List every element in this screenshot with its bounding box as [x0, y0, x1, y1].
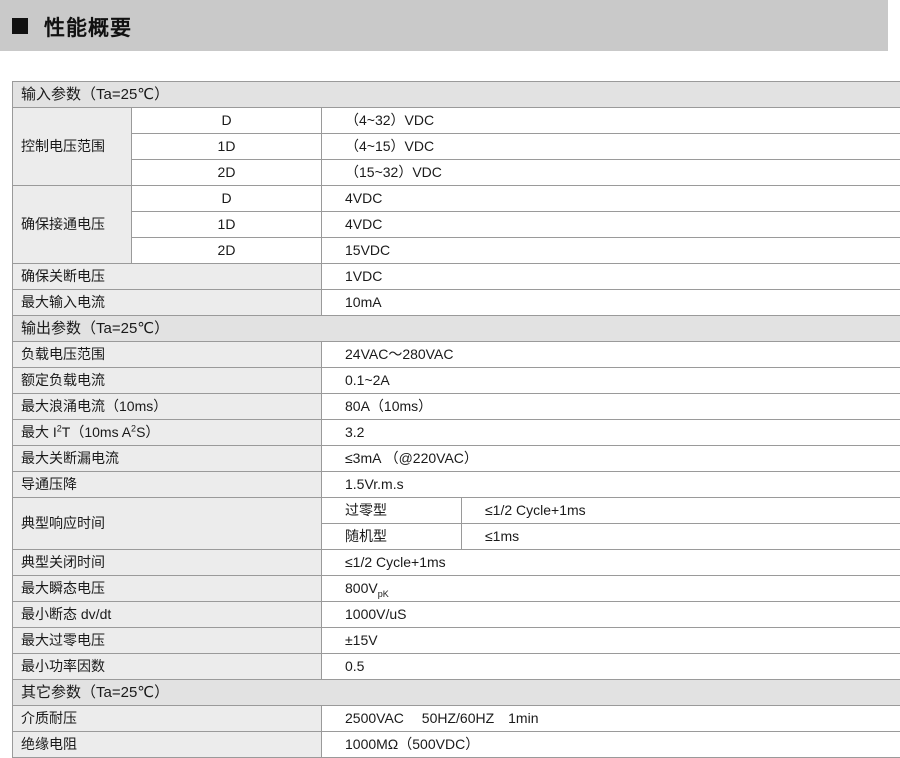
- model-cell: D: [132, 108, 322, 134]
- table-row: 最大关断漏电流 ≤3mA （@220VAC）: [13, 446, 900, 472]
- table-row: 输出参数（Ta=25℃）: [13, 316, 900, 342]
- value-cell: 1.5Vr.m.s: [322, 472, 900, 498]
- insulation-label: 绝缘电阻: [13, 732, 322, 758]
- value-cell: 4VDC: [322, 212, 900, 238]
- table-row: 最小功率因数 0.5: [13, 654, 900, 680]
- table-row: 控制电压范围 D （4~32）VDC: [13, 108, 900, 134]
- table-row: 确保关断电压 1VDC: [13, 264, 900, 290]
- value-cell: ≤1/2 Cycle+1ms: [322, 550, 900, 576]
- spec-table: 输入参数（Ta=25℃） 控制电压范围 D （4~32）VDC 1D （4~15…: [12, 81, 900, 758]
- table-row: 最大浪涌电流（10ms） 80A（10ms）: [13, 394, 900, 420]
- table-row: 最大输入电流 10mA: [13, 290, 900, 316]
- i2t-label-c: S）: [136, 424, 159, 440]
- value-cell: 1000MΩ（500VDC）: [322, 732, 900, 758]
- table-row: 典型响应时间 过零型 ≤1/2 Cycle+1ms: [13, 498, 900, 524]
- value-cell: ≤3mA （@220VAC）: [322, 446, 900, 472]
- input-section-title: 输入参数（Ta=25℃）: [13, 82, 900, 108]
- table-row: 输入参数（Ta=25℃）: [13, 82, 900, 108]
- section-title: 性能概要: [44, 12, 132, 42]
- value-cell: 10mA: [322, 290, 900, 316]
- table-row: 最大瞬态电压 800VpK: [13, 576, 900, 602]
- value-cell: 24VAC～280VAC: [322, 342, 900, 368]
- table-row: 其它参数（Ta=25℃）: [13, 680, 900, 706]
- value-cell: ±15V: [322, 628, 900, 654]
- transient-value: 800V: [345, 580, 378, 596]
- model-cell: 2D: [132, 160, 322, 186]
- value-cell: 1000V/uS: [322, 602, 900, 628]
- value-cell: 15VDC: [322, 238, 900, 264]
- table-row: 绝缘电阻 1000MΩ（500VDC）: [13, 732, 900, 758]
- voltage-drop-label: 导通压降: [13, 472, 322, 498]
- table-row: 额定负载电流 0.1~2A: [13, 368, 900, 394]
- model-cell: 1D: [132, 212, 322, 238]
- transient-sub: pK: [378, 589, 389, 599]
- dielectric-label: 介质耐压: [13, 706, 322, 732]
- table-row: 1D 4VDC: [13, 212, 900, 238]
- zero-cross-voltage-label: 最大过零电压: [13, 628, 322, 654]
- load-voltage-label: 负载电压范围: [13, 342, 322, 368]
- table-row: 介质耐压 2500VAC 50HZ/60HZ 1min: [13, 706, 900, 732]
- table-row: 确保接通电压 D 4VDC: [13, 186, 900, 212]
- table-row: 最大 I2T（10ms A2S） 3.2: [13, 420, 900, 446]
- table-row: 最大过零电压 ±15V: [13, 628, 900, 654]
- off-time-label: 典型关闭时间: [13, 550, 322, 576]
- table-row: 2D 15VDC: [13, 238, 900, 264]
- value-cell: 80A（10ms）: [322, 394, 900, 420]
- power-factor-label: 最小功率因数: [13, 654, 322, 680]
- rated-current-label: 额定负载电流: [13, 368, 322, 394]
- table-row: 导通压降 1.5Vr.m.s: [13, 472, 900, 498]
- value-cell: 0.5: [322, 654, 900, 680]
- value-cell: 4VDC: [322, 186, 900, 212]
- dvdt-label: 最小断态 dv/dt: [13, 602, 322, 628]
- value-cell: （4~32）VDC: [322, 108, 900, 134]
- table-row: 典型关闭时间 ≤1/2 Cycle+1ms: [13, 550, 900, 576]
- value-cell: 800VpK: [322, 576, 900, 602]
- section-header: 性能概要: [0, 0, 888, 51]
- value-cell: ≤1ms: [462, 524, 900, 550]
- value-cell: 1VDC: [322, 264, 900, 290]
- i2t-label-a: 最大 I: [21, 424, 57, 440]
- output-section-title: 输出参数（Ta=25℃）: [13, 316, 900, 342]
- i2t-label: 最大 I2T（10ms A2S）: [13, 420, 322, 446]
- control-voltage-label: 控制电压范围: [13, 108, 132, 186]
- response-time-label: 典型响应时间: [13, 498, 322, 550]
- response-type-cell: 过零型: [322, 498, 462, 524]
- other-section-title: 其它参数（Ta=25℃）: [13, 680, 900, 706]
- value-cell: 0.1~2A: [322, 368, 900, 394]
- value-cell: 3.2: [322, 420, 900, 446]
- surge-current-label: 最大浪涌电流（10ms）: [13, 394, 322, 420]
- leakage-label: 最大关断漏电流: [13, 446, 322, 472]
- table-row: 负载电压范围 24VAC～280VAC: [13, 342, 900, 368]
- square-bullet-icon: [12, 18, 28, 34]
- table-row: 1D （4~15）VDC: [13, 134, 900, 160]
- on-voltage-label: 确保接通电压: [13, 186, 132, 264]
- model-cell: D: [132, 186, 322, 212]
- value-cell: （4~15）VDC: [322, 134, 900, 160]
- response-type-cell: 随机型: [322, 524, 462, 550]
- table-row: 2D （15~32）VDC: [13, 160, 900, 186]
- value-cell: ≤1/2 Cycle+1ms: [462, 498, 900, 524]
- off-voltage-label: 确保关断电压: [13, 264, 322, 290]
- value-cell: 2500VAC 50HZ/60HZ 1min: [322, 706, 900, 732]
- max-input-current-label: 最大输入电流: [13, 290, 322, 316]
- i2t-label-b: T（10ms A: [62, 424, 131, 440]
- value-cell: （15~32）VDC: [322, 160, 900, 186]
- model-cell: 1D: [132, 134, 322, 160]
- table-row: 最小断态 dv/dt 1000V/uS: [13, 602, 900, 628]
- transient-voltage-label: 最大瞬态电压: [13, 576, 322, 602]
- model-cell: 2D: [132, 238, 322, 264]
